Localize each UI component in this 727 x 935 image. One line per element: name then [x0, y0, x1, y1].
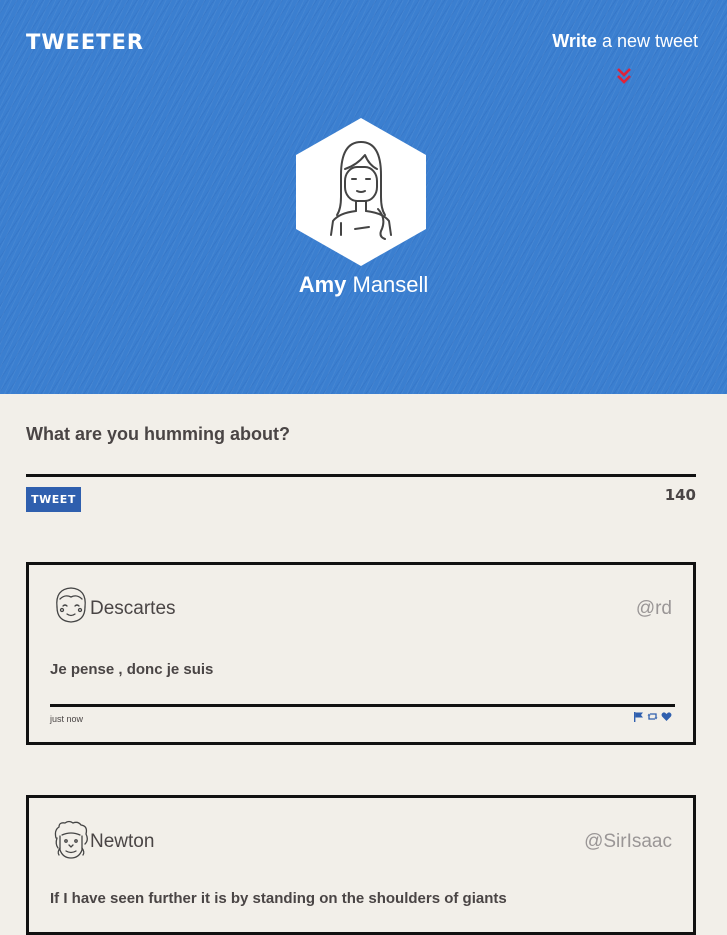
write-new-tweet-link[interactable]: Write a new tweet	[552, 31, 698, 52]
double-chevron-down-icon[interactable]	[615, 66, 633, 86]
tweet-card: Descartes @rd Je pense , donc je suis ju…	[26, 562, 696, 745]
newton-avatar-icon	[54, 820, 88, 859]
character-counter: 140	[664, 486, 696, 504]
tweet-author: Newton	[90, 831, 155, 852]
heart-icon[interactable]	[661, 711, 672, 722]
tweet-handle[interactable]: @rd	[636, 598, 672, 620]
tweet-actions	[633, 711, 672, 722]
write-label-rest: a new tweet	[596, 31, 698, 51]
tweet-text: Je pense , donc je suis	[50, 661, 214, 678]
tweet-card: Newton @SirIsaac If I have seen further …	[26, 795, 696, 935]
retweet-icon[interactable]	[647, 711, 658, 722]
app-logo[interactable]: TWEETER	[26, 30, 144, 54]
descartes-avatar-icon	[56, 587, 86, 623]
profile-avatar	[296, 118, 426, 266]
tweet-handle[interactable]: @SirIsaac	[584, 831, 672, 853]
tweet-timestamp: just now	[50, 714, 84, 724]
profile-last-name: Mansell	[346, 272, 429, 297]
compose-input[interactable]: What are you humming about?	[26, 424, 290, 445]
compose-underline	[26, 474, 696, 477]
flag-icon[interactable]	[633, 711, 644, 722]
tweet-author: Descartes	[90, 598, 176, 619]
tweet-button[interactable]: TWEET	[26, 487, 81, 512]
profile-header: TWEETER Write a new tweet Amy Mansell	[0, 0, 727, 394]
write-label-bold: Write	[552, 31, 597, 51]
profile-first-name: Amy	[298, 272, 347, 297]
tweet-divider	[50, 704, 675, 707]
profile-name: Amy Mansell	[0, 272, 727, 298]
